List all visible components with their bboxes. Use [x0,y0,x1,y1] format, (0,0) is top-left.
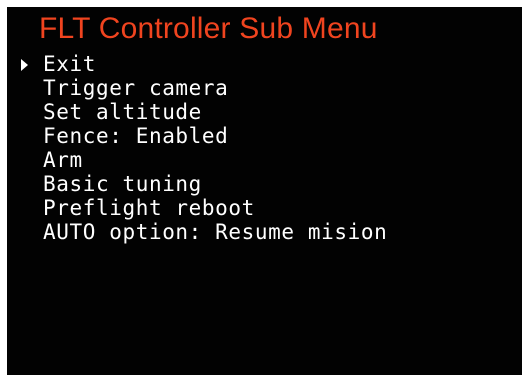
menu-item-exit[interactable]: Exit [19,52,387,76]
menu-item-arm[interactable]: Arm [19,148,387,172]
selection-arrow-icon [21,59,28,71]
menu-item-label: AUTO option: Resume mision [43,220,388,244]
menu-item-basic-tuning[interactable]: Basic tuning [19,172,387,196]
menu-item-label: Preflight reboot [43,196,255,220]
menu-item-label: Basic tuning [43,172,202,196]
menu-item-label: Fence: Enabled [43,124,229,148]
menu-item-label: Trigger camera [43,76,229,100]
menu-item-auto-option-resume-mision[interactable]: AUTO option: Resume mision [19,220,387,244]
menu-item-label: Arm [43,148,83,172]
menu-item-label: Set altitude [43,100,202,124]
menu-title: FLT Controller Sub Menu [39,12,378,45]
menu-list: Exit Trigger camera Set altitude Fence: Ena… [19,52,387,244]
menu-item-trigger-camera[interactable]: Trigger camera [19,76,387,100]
osd-screen: FLT Controller Sub Menu Exit Trigger came… [7,7,522,375]
menu-item-label: Exit [43,52,96,76]
menu-item-set-altitude[interactable]: Set altitude [19,100,387,124]
menu-item-fence-enabled[interactable]: Fence: Enabled [19,124,387,148]
menu-item-preflight-reboot[interactable]: Preflight reboot [19,196,387,220]
